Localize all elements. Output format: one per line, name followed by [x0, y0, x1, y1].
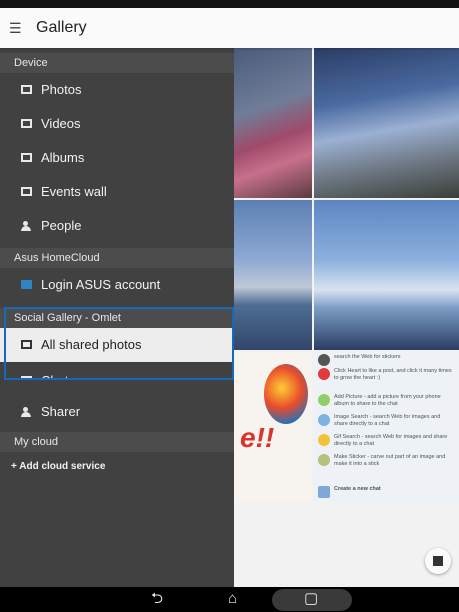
view-toggle-button[interactable]	[425, 548, 451, 574]
status-bar	[0, 0, 459, 8]
drawer-item-label: Videos	[41, 116, 81, 131]
drawer-item-label: Login ASUS account	[41, 277, 161, 292]
section-header-homecloud: Asus HomeCloud	[0, 248, 234, 268]
app-bar: ☰ Gallery	[0, 8, 459, 48]
make-sticker-icon	[318, 454, 330, 466]
tip-text: Image Search - search Web for images and…	[334, 414, 441, 427]
heart-icon	[318, 368, 330, 380]
grid-icon	[433, 556, 443, 566]
drawer-item-label: All shared photos	[41, 337, 142, 352]
drawer-item-people[interactable]: People	[0, 209, 234, 243]
page-title: Gallery	[36, 19, 87, 36]
add-cloud-service-button[interactable]: + Add cloud service	[11, 461, 105, 472]
photo-thumbnail[interactable]	[234, 46, 312, 198]
drawer-item-all-shared-photos[interactable]: All shared photos	[0, 328, 234, 362]
tip-text: Make Sticker - carve out part of an imag…	[334, 454, 446, 467]
tip-text: Create a new chat	[334, 486, 381, 492]
drawer-item-events-wall[interactable]: Events wall	[0, 175, 234, 209]
section-header-social: Social Gallery - Omlet	[0, 308, 234, 328]
drawer-item-label: Photos	[41, 82, 82, 97]
photo-thumbnail[interactable]	[234, 200, 312, 350]
calendar-icon	[21, 187, 32, 196]
system-navigation-bar: ⮌ ⌂ ▢	[0, 587, 459, 612]
drawer-item-label: Sharer	[41, 404, 81, 419]
hamburger-icon[interactable]: ☰	[9, 21, 22, 35]
drawer-item-photos[interactable]: Photos	[0, 73, 234, 107]
drawer-item-chat-room[interactable]: Chat room	[0, 364, 234, 380]
drawer-item-albums[interactable]: Albums	[0, 141, 234, 175]
asus-cloud-icon	[21, 280, 32, 289]
drawer-item-label: Albums	[41, 150, 85, 165]
tip-text: Add Picture - add a picture from your ph…	[334, 394, 441, 407]
photos-icon	[21, 85, 32, 94]
chat-icon	[21, 376, 32, 380]
balloon-image	[264, 364, 308, 424]
tip-text: Click Heart to like a post, and click it…	[334, 368, 452, 381]
photo-thumbnail[interactable]	[314, 46, 459, 198]
drawer-item-label: Events wall	[41, 184, 107, 199]
drawer-item-sharer[interactable]: Sharer	[0, 395, 234, 429]
drawer-item-label: People	[41, 218, 82, 233]
drawer-item-chat-room-row: Chat room	[0, 364, 234, 380]
drawer-item-login[interactable]: Login ASUS account	[0, 268, 234, 302]
tip-text: search the Web for stickers	[334, 354, 401, 360]
gif-search-icon	[318, 434, 330, 446]
back-icon[interactable]: ⮌	[151, 590, 163, 608]
home-icon[interactable]: ⌂	[228, 590, 237, 608]
person-icon	[21, 221, 32, 231]
add-picture-icon	[318, 394, 330, 406]
photo-thumbnail[interactable]	[314, 200, 459, 350]
videos-icon	[21, 119, 32, 128]
albums-icon	[21, 153, 32, 162]
drawer-item-videos[interactable]: Videos	[0, 107, 234, 141]
sharer-icon	[21, 407, 32, 417]
image-search-icon	[318, 414, 330, 426]
section-header-device: Device	[0, 53, 234, 73]
omlet-tips-card[interactable]: search the Web for stickers Click Heart …	[314, 352, 459, 502]
photo-thumbnail[interactable]: e!!	[234, 352, 312, 502]
new-chat-icon	[318, 486, 330, 498]
drawer-item-label: Chat room	[41, 364, 102, 380]
tip-text: Gif Search - search Web for images and s…	[334, 434, 448, 447]
section-header-mycloud: My cloud	[0, 432, 234, 452]
shared-photos-icon	[21, 340, 32, 349]
tip-icon	[318, 354, 330, 366]
recents-icon[interactable]: ▢	[304, 590, 318, 608]
photo-caption-graphic: e!!	[240, 422, 275, 453]
